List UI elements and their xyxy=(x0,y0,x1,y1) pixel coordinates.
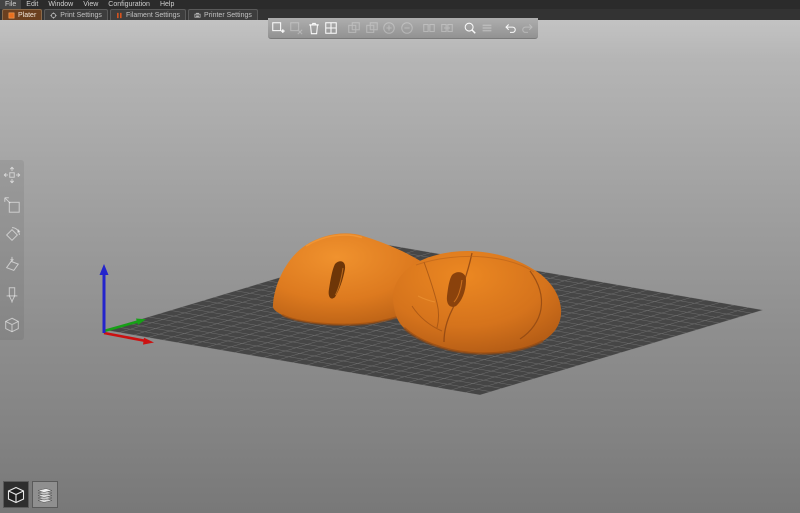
place-on-face-gizmo-button[interactable] xyxy=(1,254,23,276)
layers-view-button[interactable] xyxy=(480,20,495,37)
model-mouse-detailed[interactable] xyxy=(393,251,561,354)
tab-label: Print Settings xyxy=(60,12,102,19)
menu-help[interactable]: Help xyxy=(155,0,179,9)
remove-instance-button[interactable] xyxy=(364,20,379,37)
tab-label: Printer Settings xyxy=(204,12,252,19)
gear-icon xyxy=(50,12,57,19)
undo-button[interactable] xyxy=(503,20,518,37)
menu-bar: File Edit Window View Configuration Help xyxy=(0,0,800,9)
move-gizmo-button[interactable] xyxy=(1,164,23,186)
editor-3d-view-button[interactable] xyxy=(3,481,29,508)
filament-icon xyxy=(116,12,123,19)
plater-cube-icon xyxy=(8,12,15,19)
slicer-window: File Edit Window View Configuration Help… xyxy=(0,0,800,513)
scene-canvas[interactable] xyxy=(0,0,800,513)
printer-icon xyxy=(194,12,201,19)
tab-printer-settings[interactable]: Printer Settings xyxy=(188,9,258,20)
tab-label: Plater xyxy=(18,12,36,19)
tab-label: Filament Settings xyxy=(126,12,180,19)
increase-copies-button[interactable] xyxy=(382,20,397,37)
add-instance-button[interactable] xyxy=(347,20,362,37)
add-object-button[interactable] xyxy=(271,20,286,37)
redo-button[interactable] xyxy=(520,20,535,37)
menu-window[interactable]: Window xyxy=(43,0,78,9)
gizmo-toolbar xyxy=(0,160,24,340)
cut-gizmo-button[interactable] xyxy=(1,284,23,306)
arrange-button[interactable] xyxy=(324,20,339,37)
menu-configuration[interactable]: Configuration xyxy=(103,0,155,9)
decrease-copies-button[interactable] xyxy=(399,20,414,37)
plater-toolbar xyxy=(268,18,538,39)
delete-object-button[interactable] xyxy=(289,20,304,37)
view-switch xyxy=(3,481,58,508)
preview-view-button[interactable] xyxy=(32,481,58,508)
scale-gizmo-button[interactable] xyxy=(1,194,23,216)
tab-plater[interactable]: Plater xyxy=(2,9,42,20)
solid-cube-icon xyxy=(6,485,26,505)
split-to-objects-button[interactable] xyxy=(422,20,437,37)
rotate-gizmo-button[interactable] xyxy=(1,224,23,246)
split-to-parts-button[interactable] xyxy=(440,20,455,37)
menu-edit[interactable]: Edit xyxy=(21,0,43,9)
tab-filament-settings[interactable]: Filament Settings xyxy=(110,9,186,20)
delete-all-button[interactable] xyxy=(306,20,321,37)
settings-cube-button[interactable] xyxy=(1,314,23,336)
zoom-button[interactable] xyxy=(462,20,477,37)
tab-print-settings[interactable]: Print Settings xyxy=(44,9,108,20)
menu-file[interactable]: File xyxy=(0,0,21,9)
layer-stack-icon xyxy=(35,485,55,505)
menu-view[interactable]: View xyxy=(78,0,103,9)
